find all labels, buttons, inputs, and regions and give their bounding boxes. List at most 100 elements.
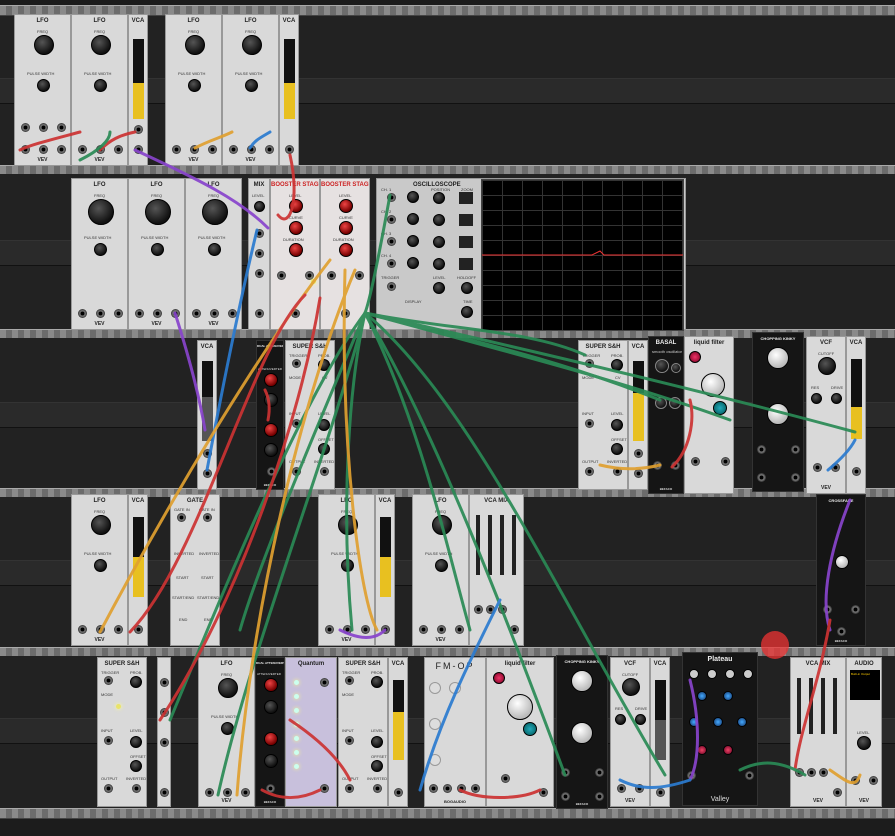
gate-input-jack[interactable] [203,513,212,522]
super-sh-module[interactable]: SUPER S&H TRIGGER PROB. MODE CV INPUT LE… [285,340,335,490]
ch4-scale-knob[interactable] [407,257,419,269]
cutoff-knob[interactable] [622,678,640,696]
input-jack[interactable] [327,271,336,280]
input-jack[interactable] [795,768,804,777]
curve-knob[interactable] [339,221,353,235]
output-jack[interactable] [134,625,143,634]
gate-input-jack[interactable] [177,513,186,522]
output-jack[interactable] [343,625,352,634]
note-led[interactable] [294,736,299,741]
output-jack[interactable] [192,309,201,318]
holdoff-knob[interactable] [461,282,473,294]
input-l-jack[interactable] [687,771,696,780]
freq-knob[interactable] [145,199,171,225]
cv-input-jack[interactable] [39,123,48,132]
pulse-width-knob[interactable] [94,79,107,92]
lfo-module[interactable]: LFO FREQ PULSE WIDTH VEV [222,14,279,166]
vca-mix-module[interactable]: VCA MIX VEV [790,657,846,807]
gain-b-knob[interactable] [571,722,593,744]
input-jack[interactable] [160,678,169,687]
offset-knob[interactable] [264,700,278,714]
output-jack[interactable] [228,309,237,318]
offset-knob[interactable] [611,443,623,455]
output-jack[interactable] [837,627,846,636]
input-r-jack[interactable] [745,771,754,780]
ch1-input-jack[interactable] [387,193,396,202]
output-jack[interactable] [671,461,680,470]
mode-knob[interactable] [493,672,505,684]
output-jack[interactable] [241,788,250,797]
mod-speed-knob[interactable] [697,745,707,755]
output-jack[interactable] [203,469,212,478]
output-jack[interactable] [325,625,334,634]
output-jack[interactable] [656,788,665,797]
reverb-filter-knob[interactable] [737,717,747,727]
output-jack[interactable] [114,145,123,154]
freq-knob[interactable] [202,199,228,225]
liquid-filter-module[interactable]: liquid filter [684,336,734,494]
output-jack[interactable] [394,788,403,797]
prob-knob[interactable] [371,676,383,688]
fm-op-module[interactable]: FM-OP BOGAUDIO [424,657,486,807]
vca-module[interactable]: VCA [628,340,648,490]
ch2-input-jack[interactable] [387,215,396,224]
cv-input-jack[interactable] [634,449,643,458]
output-jack[interactable] [229,145,238,154]
gate-module[interactable]: GATE GATE IN GATE IN INVERTED INVERTED S… [170,494,220,646]
vca-module[interactable]: VCA [128,14,148,166]
input-jack[interactable] [277,271,286,280]
size-knob[interactable] [743,669,753,679]
output-jack[interactable] [57,145,66,154]
gain-a-knob[interactable] [571,670,593,692]
channel-fader[interactable] [797,678,801,734]
note-led[interactable] [294,694,299,699]
super-sh-module[interactable]: SUPER S&H TRIGGER PROB. MODE INPUT LEVEL… [97,657,147,807]
output-jack[interactable] [208,145,217,154]
output-jack[interactable] [78,309,87,318]
prob-knob[interactable] [318,359,330,371]
attenuverter-knob[interactable] [264,373,278,387]
output-jack[interactable] [419,625,428,634]
output-jack[interactable] [153,309,162,318]
vca-module[interactable]: VCA [128,494,148,646]
ch3-position-knob[interactable] [433,236,445,248]
note-led[interactable] [294,708,299,713]
lfo-module[interactable]: LFO FREQ PULSE WIDTH VEV [71,14,128,166]
lfo-module[interactable]: LFO FREQ PULSE WIDTH VEV [14,14,71,166]
pulse-width-knob[interactable] [37,79,50,92]
output-jack[interactable] [455,625,464,634]
frequency-knob[interactable] [655,359,669,373]
pulse-width-knob[interactable] [435,559,448,572]
ch4-input-jack[interactable] [387,259,396,268]
output-jack[interactable] [21,145,30,154]
channel-fader[interactable] [500,515,504,575]
plateau-reverb-module[interactable]: Plateau Valley [682,652,758,806]
fine-knob[interactable] [671,363,681,373]
output-jack[interactable] [255,309,264,318]
ch1-scale-knob[interactable] [407,191,419,203]
output-jack[interactable] [96,309,105,318]
output-jack[interactable] [96,145,105,154]
offset-knob[interactable] [318,443,330,455]
freq-knob[interactable] [432,515,452,535]
res-knob[interactable] [615,714,626,725]
level-knob[interactable] [371,736,383,748]
output-jack[interactable] [471,784,480,793]
output-jack[interactable] [833,788,842,797]
channel-fader[interactable] [512,515,516,575]
output-jack[interactable] [852,467,861,476]
output-jack[interactable] [135,309,144,318]
input-jack[interactable] [813,463,822,472]
trigger-input-jack[interactable] [345,676,354,685]
input-jack[interactable] [320,678,329,687]
vcf-module[interactable]: VCF CUTOFF RES DRIVE VEV [806,336,846,494]
output-jack[interactable] [585,467,594,476]
input-jack[interactable] [255,229,264,238]
vca-module[interactable]: VCA [375,494,395,646]
gain-b-knob[interactable] [767,403,789,425]
input-jack[interactable] [355,271,364,280]
freq-knob[interactable] [218,678,238,698]
output-jack[interactable] [635,784,644,793]
input-jack[interactable] [255,269,264,278]
level-knob[interactable] [318,419,330,431]
